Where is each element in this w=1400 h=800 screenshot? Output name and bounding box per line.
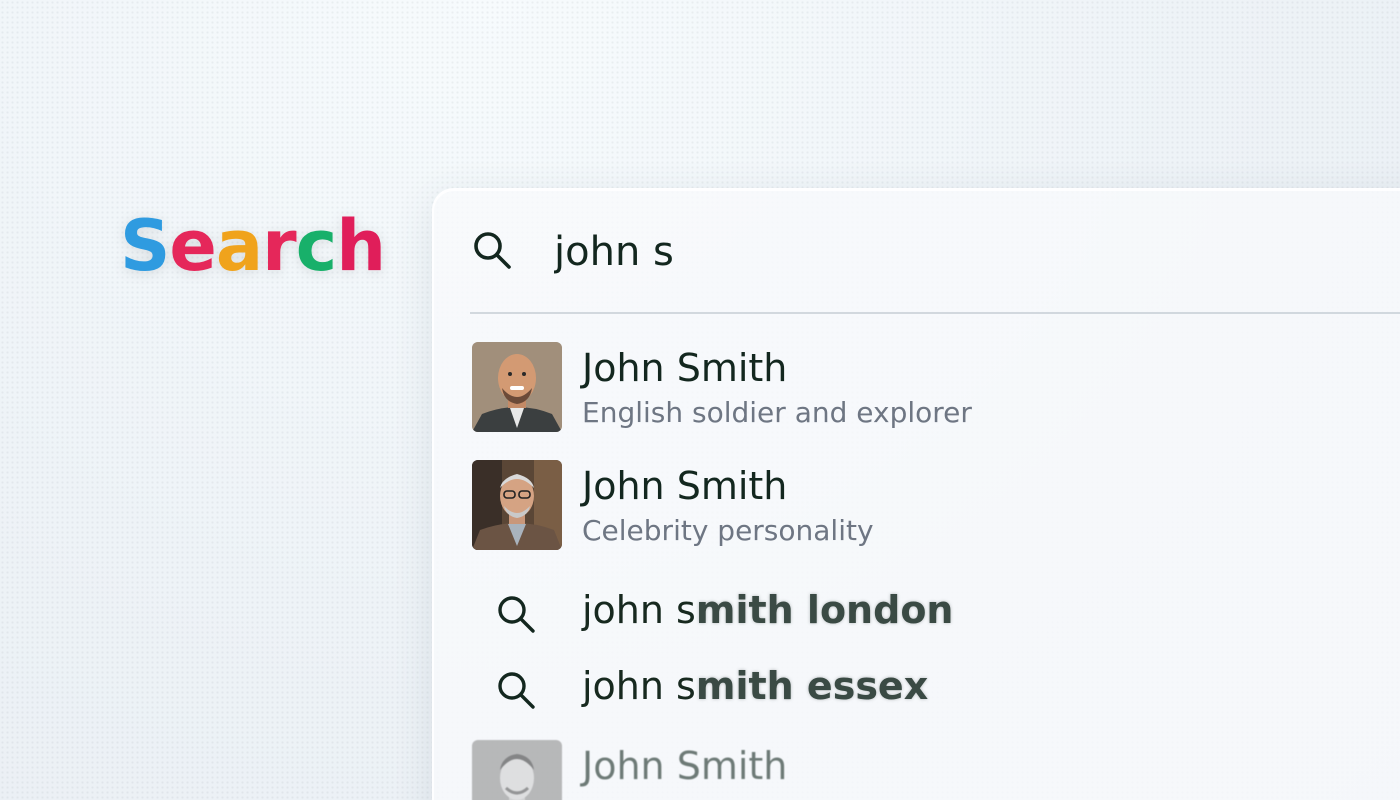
- query-typed: john s: [582, 664, 696, 708]
- logo-letter: r: [262, 205, 297, 287]
- avatar: [472, 460, 562, 550]
- suggestion-person[interactable]: John Smith English soldier and explorer: [472, 342, 1400, 434]
- search-divider: [470, 312, 1400, 314]
- search-icon: [498, 596, 535, 633]
- suggestion-name: John Smith: [582, 346, 788, 390]
- suggestion-name: John Smith: [582, 464, 788, 508]
- search-input[interactable]: [554, 222, 1354, 282]
- suggestion-name: John Smith: [582, 744, 788, 788]
- logo-letter: S: [120, 205, 170, 287]
- suggestion-query-text: john smith essex: [582, 664, 928, 708]
- suggestion-query[interactable]: john smith essex: [472, 662, 1400, 722]
- suggestion-person[interactable]: John Smith: [472, 740, 1400, 800]
- suggestion-person[interactable]: John Smith Celebrity personality: [472, 460, 1400, 552]
- query-typed: john s: [582, 588, 696, 632]
- search-panel: John Smith English soldier and explorer …: [432, 188, 1400, 800]
- search-bar[interactable]: [434, 190, 1400, 314]
- logo-letter: a: [215, 205, 263, 287]
- suggestion-description: Celebrity personality: [582, 514, 874, 547]
- suggestion-query-text: john smith london: [582, 588, 953, 632]
- suggestion-query[interactable]: john smith london: [472, 586, 1400, 646]
- suggestion-description: English soldier and explorer: [582, 396, 972, 429]
- logo-letter: e: [169, 205, 216, 287]
- avatar: [472, 740, 562, 800]
- search-icon: [498, 672, 535, 709]
- query-completion: mith essex: [695, 664, 929, 708]
- logo-letter: h: [336, 205, 386, 287]
- logo-letter: c: [295, 205, 337, 287]
- avatar: [472, 342, 562, 432]
- query-completion: mith london: [695, 588, 954, 632]
- search-logo: Search: [120, 205, 386, 287]
- search-icon: [474, 232, 511, 269]
